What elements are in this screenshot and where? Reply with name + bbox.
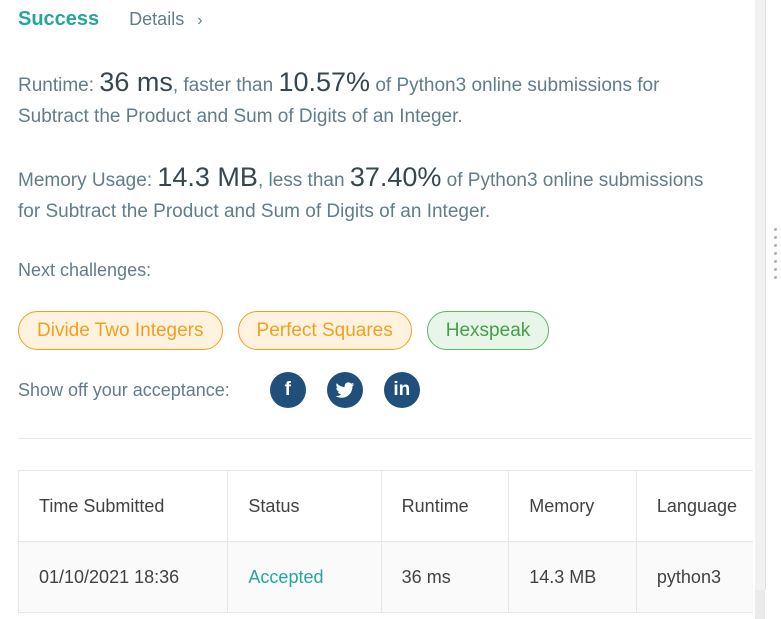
share-label: Show off your acceptance:	[18, 379, 230, 400]
memory-tail1: of Python3 online submissions	[441, 170, 704, 191]
runtime-stat: Runtime: 36 ms, faster than 10.57% of Py…	[18, 67, 659, 132]
runtime-value: 36 ms	[99, 67, 173, 97]
table-header-row: Time Submitted Status Runtime Memory Lan…	[17, 470, 753, 542]
runtime-mid: , faster than	[172, 75, 279, 96]
col-memory[interactable]: Memory	[508, 470, 637, 542]
facebook-icon[interactable]: f	[269, 372, 306, 408]
next-challenges-label: Next challenges:	[18, 260, 152, 280]
col-time-submitted[interactable]: Time Submitted	[17, 470, 229, 542]
cell-time-submitted: 01/10/2021 18:36	[17, 541, 229, 613]
result-header: Success Details ›	[18, 8, 203, 31]
cell-runtime: 36 ms	[380, 541, 510, 613]
details-link[interactable]: Details ›	[129, 9, 202, 30]
memory-value: 14.3 MB	[157, 162, 258, 192]
memory-percent: 37.40%	[349, 162, 442, 192]
submission-result-panel: Success Details › Runtime: 36 ms, faster…	[0, 0, 753, 619]
challenge-hexspeak[interactable]: Hexspeak	[426, 311, 550, 350]
runtime-percent: 10.57%	[278, 67, 371, 97]
cell-language: python3	[635, 541, 753, 613]
cell-memory: 14.3 MB	[508, 541, 637, 613]
panel-resize-handle[interactable]	[774, 228, 777, 279]
challenge-perfect-squares[interactable]: Perfect Squares	[237, 311, 412, 350]
runtime-tail2: Subtract the Product and Sum of Digits o…	[18, 106, 463, 127]
col-status[interactable]: Status	[227, 470, 382, 542]
col-language[interactable]: Language	[635, 470, 753, 542]
memory-label: Memory Usage:	[18, 170, 158, 191]
chevron-right-icon: ›	[197, 12, 203, 29]
challenge-divide-two-integers[interactable]: Divide Two Integers	[18, 311, 223, 350]
col-runtime[interactable]: Runtime	[380, 470, 510, 542]
next-challenges-list: Divide Two Integers Perfect Squares Hexs…	[18, 311, 550, 350]
vertical-scrollbar[interactable]	[755, 0, 766, 619]
details-label: Details	[129, 9, 185, 29]
runtime-tail1: of Python3 online submissions for	[370, 75, 660, 96]
submissions-table: Time Submitted Status Runtime Memory Lan…	[17, 470, 753, 613]
share-row: Show off your acceptance: f in	[18, 372, 441, 408]
twitter-icon[interactable]	[326, 372, 363, 408]
linkedin-icon[interactable]: in	[383, 372, 420, 408]
runtime-label: Runtime:	[18, 75, 100, 96]
cell-status-accepted[interactable]: Accepted	[227, 541, 382, 613]
scrollbar-thumb[interactable]	[755, 0, 766, 590]
memory-stat: Memory Usage: 14.3 MB, less than 37.40% …	[18, 162, 703, 227]
memory-tail2: for Subtract the Product and Sum of Digi…	[18, 201, 491, 222]
twitter-bird-glyph	[335, 381, 354, 398]
status-success-label: Success	[18, 8, 100, 30]
section-divider	[18, 438, 752, 439]
memory-mid: , less than	[257, 170, 350, 191]
table-row: 01/10/2021 18:36 Accepted 36 ms 14.3 MB …	[17, 541, 753, 613]
